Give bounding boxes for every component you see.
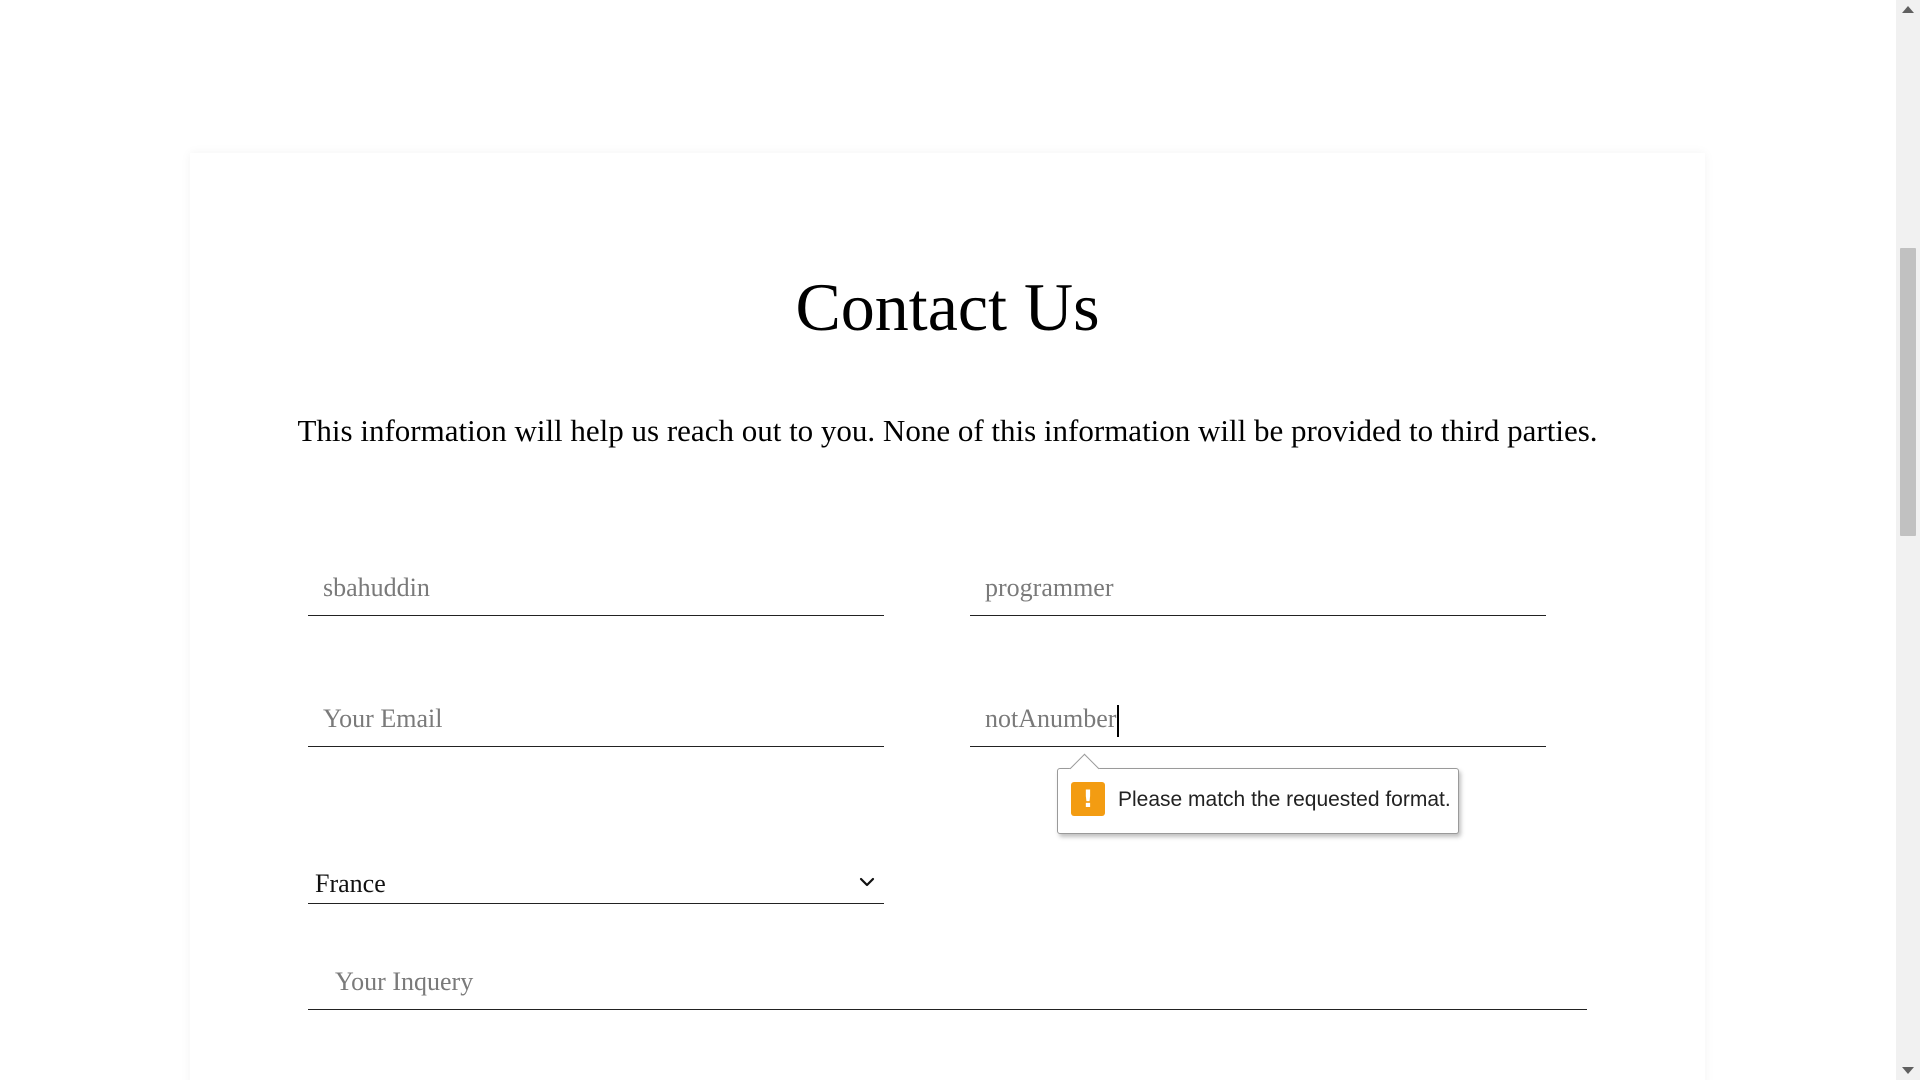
phone-value-wrap: notAnumber xyxy=(985,704,1120,738)
warning-icon: ! xyxy=(1071,782,1105,816)
vertical-scrollbar[interactable] xyxy=(1896,0,1920,1080)
inquiry-field[interactable]: Your Inquery xyxy=(308,967,1587,1010)
email-placeholder: Your Email xyxy=(323,704,443,733)
first-name-value: sbahuddin xyxy=(323,573,430,602)
phone-field[interactable]: notAnumber xyxy=(970,698,1546,747)
last-name-field[interactable]: programmer xyxy=(970,567,1546,616)
scroll-down-arrow-icon[interactable] xyxy=(1902,1067,1914,1074)
validation-message: Please match the requested format. xyxy=(1118,788,1451,811)
phone-value: notAnumber xyxy=(985,704,1117,733)
country-selected-value: France xyxy=(315,869,386,898)
scroll-up-arrow-icon[interactable] xyxy=(1902,6,1914,13)
email-field[interactable]: Your Email xyxy=(308,698,884,747)
first-name-field[interactable]: sbahuddin xyxy=(308,567,884,616)
page-title: Contact Us xyxy=(795,269,1100,345)
page-subtitle: This information will help us reach out … xyxy=(297,413,1598,448)
last-name-value: programmer xyxy=(985,573,1114,602)
chevron-down-icon xyxy=(859,877,875,887)
text-caret xyxy=(1117,705,1120,738)
scrollbar-thumb[interactable] xyxy=(1900,248,1916,536)
page: Contact Us This information will help us… xyxy=(0,0,1920,1080)
contact-card: Contact Us This information will help us… xyxy=(190,153,1705,1080)
inquiry-placeholder: Your Inquery xyxy=(335,967,474,996)
validation-tooltip: ! Please match the requested format. xyxy=(1057,753,1459,834)
country-select[interactable]: France xyxy=(308,867,884,904)
